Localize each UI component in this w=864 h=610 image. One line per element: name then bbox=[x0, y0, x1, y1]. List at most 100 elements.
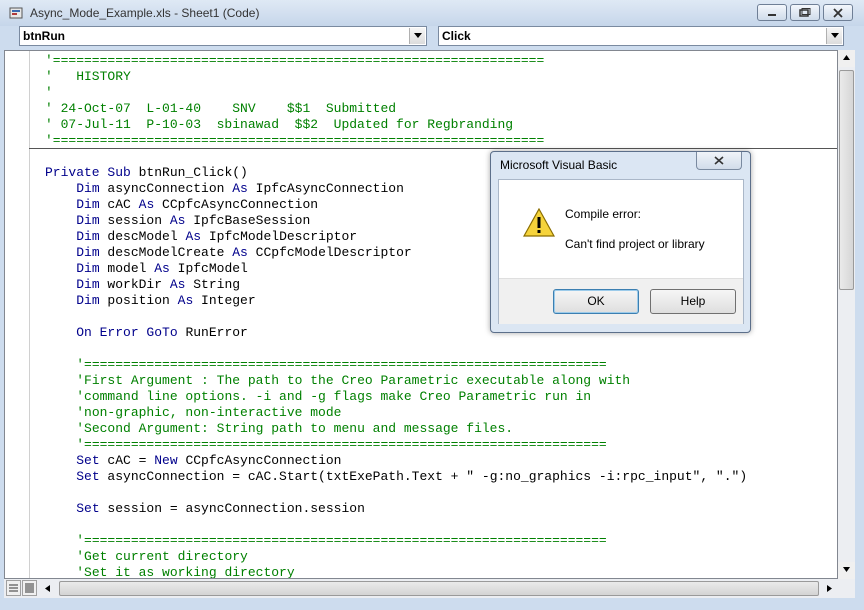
code-line: 'non-graphic, non-interactive mode bbox=[45, 405, 835, 421]
scroll-right-button[interactable] bbox=[822, 580, 839, 597]
help-button[interactable]: Help bbox=[650, 289, 736, 314]
error-message: Can't find project or library bbox=[565, 237, 705, 251]
procedure-view-icon bbox=[9, 584, 18, 592]
horizontal-scroll-thumb[interactable] bbox=[59, 581, 819, 596]
code-line: '=======================================… bbox=[45, 533, 835, 549]
arrow-down-icon bbox=[843, 567, 850, 572]
minimize-button[interactable] bbox=[757, 4, 787, 21]
margin-indicator-bar[interactable] bbox=[5, 51, 30, 578]
keyword: Dim bbox=[76, 181, 100, 196]
keyword: Set bbox=[76, 469, 100, 484]
code-text: btnRun_Click() bbox=[130, 165, 248, 180]
ok-button[interactable]: OK bbox=[553, 289, 639, 314]
close-icon bbox=[833, 7, 843, 18]
object-dropdown-arrow[interactable] bbox=[409, 28, 425, 44]
code-text: IpfcBaseSession bbox=[185, 213, 311, 228]
title-bar[interactable]: Async_Mode_Example.xls - Sheet1 (Code) bbox=[0, 0, 864, 26]
scroll-left-button[interactable] bbox=[40, 580, 57, 597]
comment: 'Second Argument: String path to menu an… bbox=[76, 421, 514, 436]
compile-error-dialog: Microsoft Visual Basic Compile error: Ca… bbox=[490, 151, 751, 333]
code-line: '=======================================… bbox=[45, 437, 835, 453]
error-title: Compile error: bbox=[565, 207, 642, 221]
code-line: 'command line options. -i and -g flags m… bbox=[45, 389, 835, 405]
keyword: New bbox=[154, 453, 178, 468]
comment: '=======================================… bbox=[76, 533, 607, 548]
keyword: As bbox=[177, 293, 194, 308]
vertical-scroll-thumb[interactable] bbox=[839, 70, 854, 290]
code-text: IpfcAsyncConnection bbox=[247, 181, 404, 196]
window-title: Async_Mode_Example.xls - Sheet1 (Code) bbox=[30, 6, 260, 20]
code-text: CCpfcAsyncConnection bbox=[177, 453, 342, 468]
code-text: CCpfcAsyncConnection bbox=[154, 197, 319, 212]
keyword: On Error GoTo bbox=[76, 325, 178, 340]
vertical-scrollbar[interactable] bbox=[838, 50, 855, 579]
code-text: position bbox=[99, 293, 178, 308]
code-text: asyncConnection bbox=[99, 181, 233, 196]
comment: 'command line options. -i and -g flags m… bbox=[76, 389, 592, 404]
object-dropdown[interactable]: btnRun bbox=[19, 26, 427, 46]
arrow-up-icon bbox=[843, 55, 850, 60]
minimize-icon bbox=[768, 13, 776, 16]
chevron-down-icon bbox=[414, 33, 422, 38]
code-line: 'First Argument : The path to the Creo P… bbox=[45, 373, 835, 389]
comment: 'non-graphic, non-interactive mode bbox=[76, 405, 342, 420]
chevron-down-icon bbox=[831, 33, 839, 38]
code-line: Set cAC = New CCpfcAsyncConnection bbox=[45, 453, 835, 469]
code-line: '=======================================… bbox=[45, 357, 835, 373]
code-text: CCpfcModelDescriptor bbox=[247, 245, 412, 260]
keyword: Private Sub bbox=[45, 165, 131, 180]
procedure-view-button[interactable] bbox=[6, 580, 21, 596]
code-text: cAC = bbox=[99, 453, 155, 468]
full-module-view-button[interactable] bbox=[22, 580, 37, 596]
code-text: cAC bbox=[99, 197, 139, 212]
keyword: Dim bbox=[76, 293, 100, 308]
procedure-dropdown-arrow[interactable] bbox=[826, 28, 842, 44]
comment: 'Get current directory bbox=[76, 549, 248, 564]
scroll-down-button[interactable] bbox=[838, 562, 855, 579]
keyword: Dim bbox=[76, 229, 100, 244]
vba-app-icon bbox=[9, 7, 23, 19]
scroll-up-button[interactable] bbox=[838, 50, 855, 67]
comment: '=======================================… bbox=[76, 437, 607, 452]
header-comment-line: ' 07-Jul-11 P-10-03 sbinawad $$2 Updated… bbox=[45, 117, 514, 132]
code-text: IpfcModelDescriptor bbox=[201, 229, 358, 244]
keyword: Dim bbox=[76, 277, 100, 292]
keyword: Set bbox=[76, 501, 100, 516]
comment: '=======================================… bbox=[76, 357, 607, 372]
restore-icon bbox=[799, 7, 811, 17]
keyword: As bbox=[185, 229, 202, 244]
code-text: Integer bbox=[193, 293, 256, 308]
code-text: descModelCreate bbox=[99, 245, 233, 260]
keyword: As bbox=[169, 277, 186, 292]
arrow-left-icon bbox=[45, 585, 50, 592]
restore-button[interactable] bbox=[790, 4, 820, 21]
keyword: As bbox=[232, 181, 248, 196]
code-line: 'Get current directory bbox=[45, 549, 835, 565]
procedure-dropdown[interactable]: Click bbox=[438, 26, 844, 46]
header-comment-line: '=======================================… bbox=[45, 53, 545, 68]
dialog-close-button[interactable] bbox=[696, 152, 742, 170]
keyword: Dim bbox=[76, 261, 100, 276]
code-text: descModel bbox=[99, 229, 186, 244]
keyword: Dim bbox=[76, 213, 100, 228]
arrow-right-icon bbox=[827, 585, 832, 592]
keyword: As bbox=[154, 261, 170, 276]
code-text: model bbox=[99, 261, 155, 276]
close-button[interactable] bbox=[823, 4, 853, 21]
